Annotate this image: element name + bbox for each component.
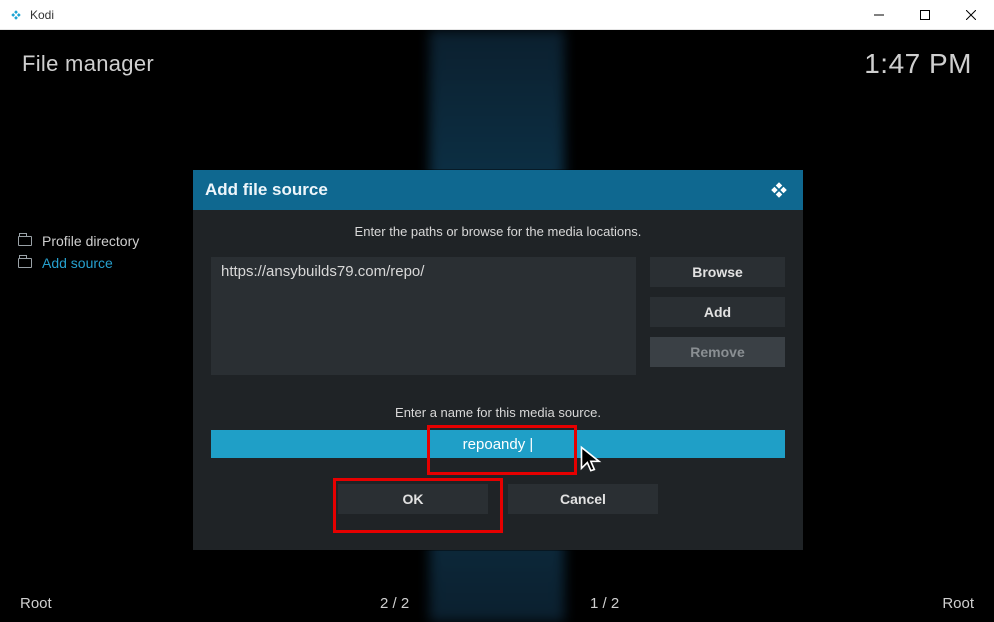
clock: 1:47 PM xyxy=(864,48,972,80)
folder-icon xyxy=(18,258,32,268)
window-titlebar: Kodi xyxy=(0,0,994,30)
window-controls xyxy=(856,0,994,29)
cancel-button[interactable]: Cancel xyxy=(508,484,658,514)
footer-count-right: 1 / 2 xyxy=(590,595,619,612)
dialog-actions: OK Cancel xyxy=(193,484,803,514)
kodi-icon xyxy=(767,178,791,202)
list-item-label: Profile directory xyxy=(42,233,139,249)
maximize-button[interactable] xyxy=(902,0,948,29)
dialog-header: Add file source xyxy=(193,170,803,210)
folder-icon xyxy=(18,236,32,246)
app-body: File manager 1:47 PM Profile directory A… xyxy=(0,30,994,622)
remove-path-button: Remove xyxy=(650,337,785,367)
footer-bar: Root 2 / 2 1 / 2 Root xyxy=(20,595,974,612)
left-source-list: Profile directory Add source xyxy=(10,90,147,274)
list-item-add-source[interactable]: Add source xyxy=(16,252,141,274)
list-item-label: Add source xyxy=(42,255,113,271)
ok-button[interactable]: OK xyxy=(338,484,488,514)
footer-count-left: 2 / 2 xyxy=(380,595,409,612)
list-item-profile-directory[interactable]: Profile directory xyxy=(16,230,141,252)
source-name-value: repoandy xyxy=(463,436,526,453)
text-caret: | xyxy=(525,436,533,453)
add-file-source-dialog: Add file source Enter the paths or brows… xyxy=(193,170,803,550)
kodi-logo-icon xyxy=(8,7,24,23)
path-side-buttons: Browse Add Remove xyxy=(650,257,785,375)
paths-input[interactable]: https://ansybuilds79.com/repo/ xyxy=(211,257,636,375)
name-input-wrap: repoandy | xyxy=(193,430,803,458)
window-title: Kodi xyxy=(30,8,54,22)
source-name-input[interactable]: repoandy | xyxy=(211,430,785,458)
add-path-button[interactable]: Add xyxy=(650,297,785,327)
app-header: File manager 1:47 PM xyxy=(0,30,994,80)
name-prompt: Enter a name for this media source. xyxy=(193,375,803,430)
paths-row: https://ansybuilds79.com/repo/ Browse Ad… xyxy=(193,257,803,375)
close-button[interactable] xyxy=(948,0,994,29)
path-entry[interactable]: https://ansybuilds79.com/repo/ xyxy=(221,263,626,280)
footer-root-right: Root xyxy=(942,595,974,612)
footer-root-left: Root xyxy=(20,595,52,612)
browse-button[interactable]: Browse xyxy=(650,257,785,287)
paths-prompt: Enter the paths or browse for the media … xyxy=(193,210,803,257)
dialog-title: Add file source xyxy=(205,180,328,200)
page-title: File manager xyxy=(22,51,154,77)
minimize-button[interactable] xyxy=(856,0,902,29)
